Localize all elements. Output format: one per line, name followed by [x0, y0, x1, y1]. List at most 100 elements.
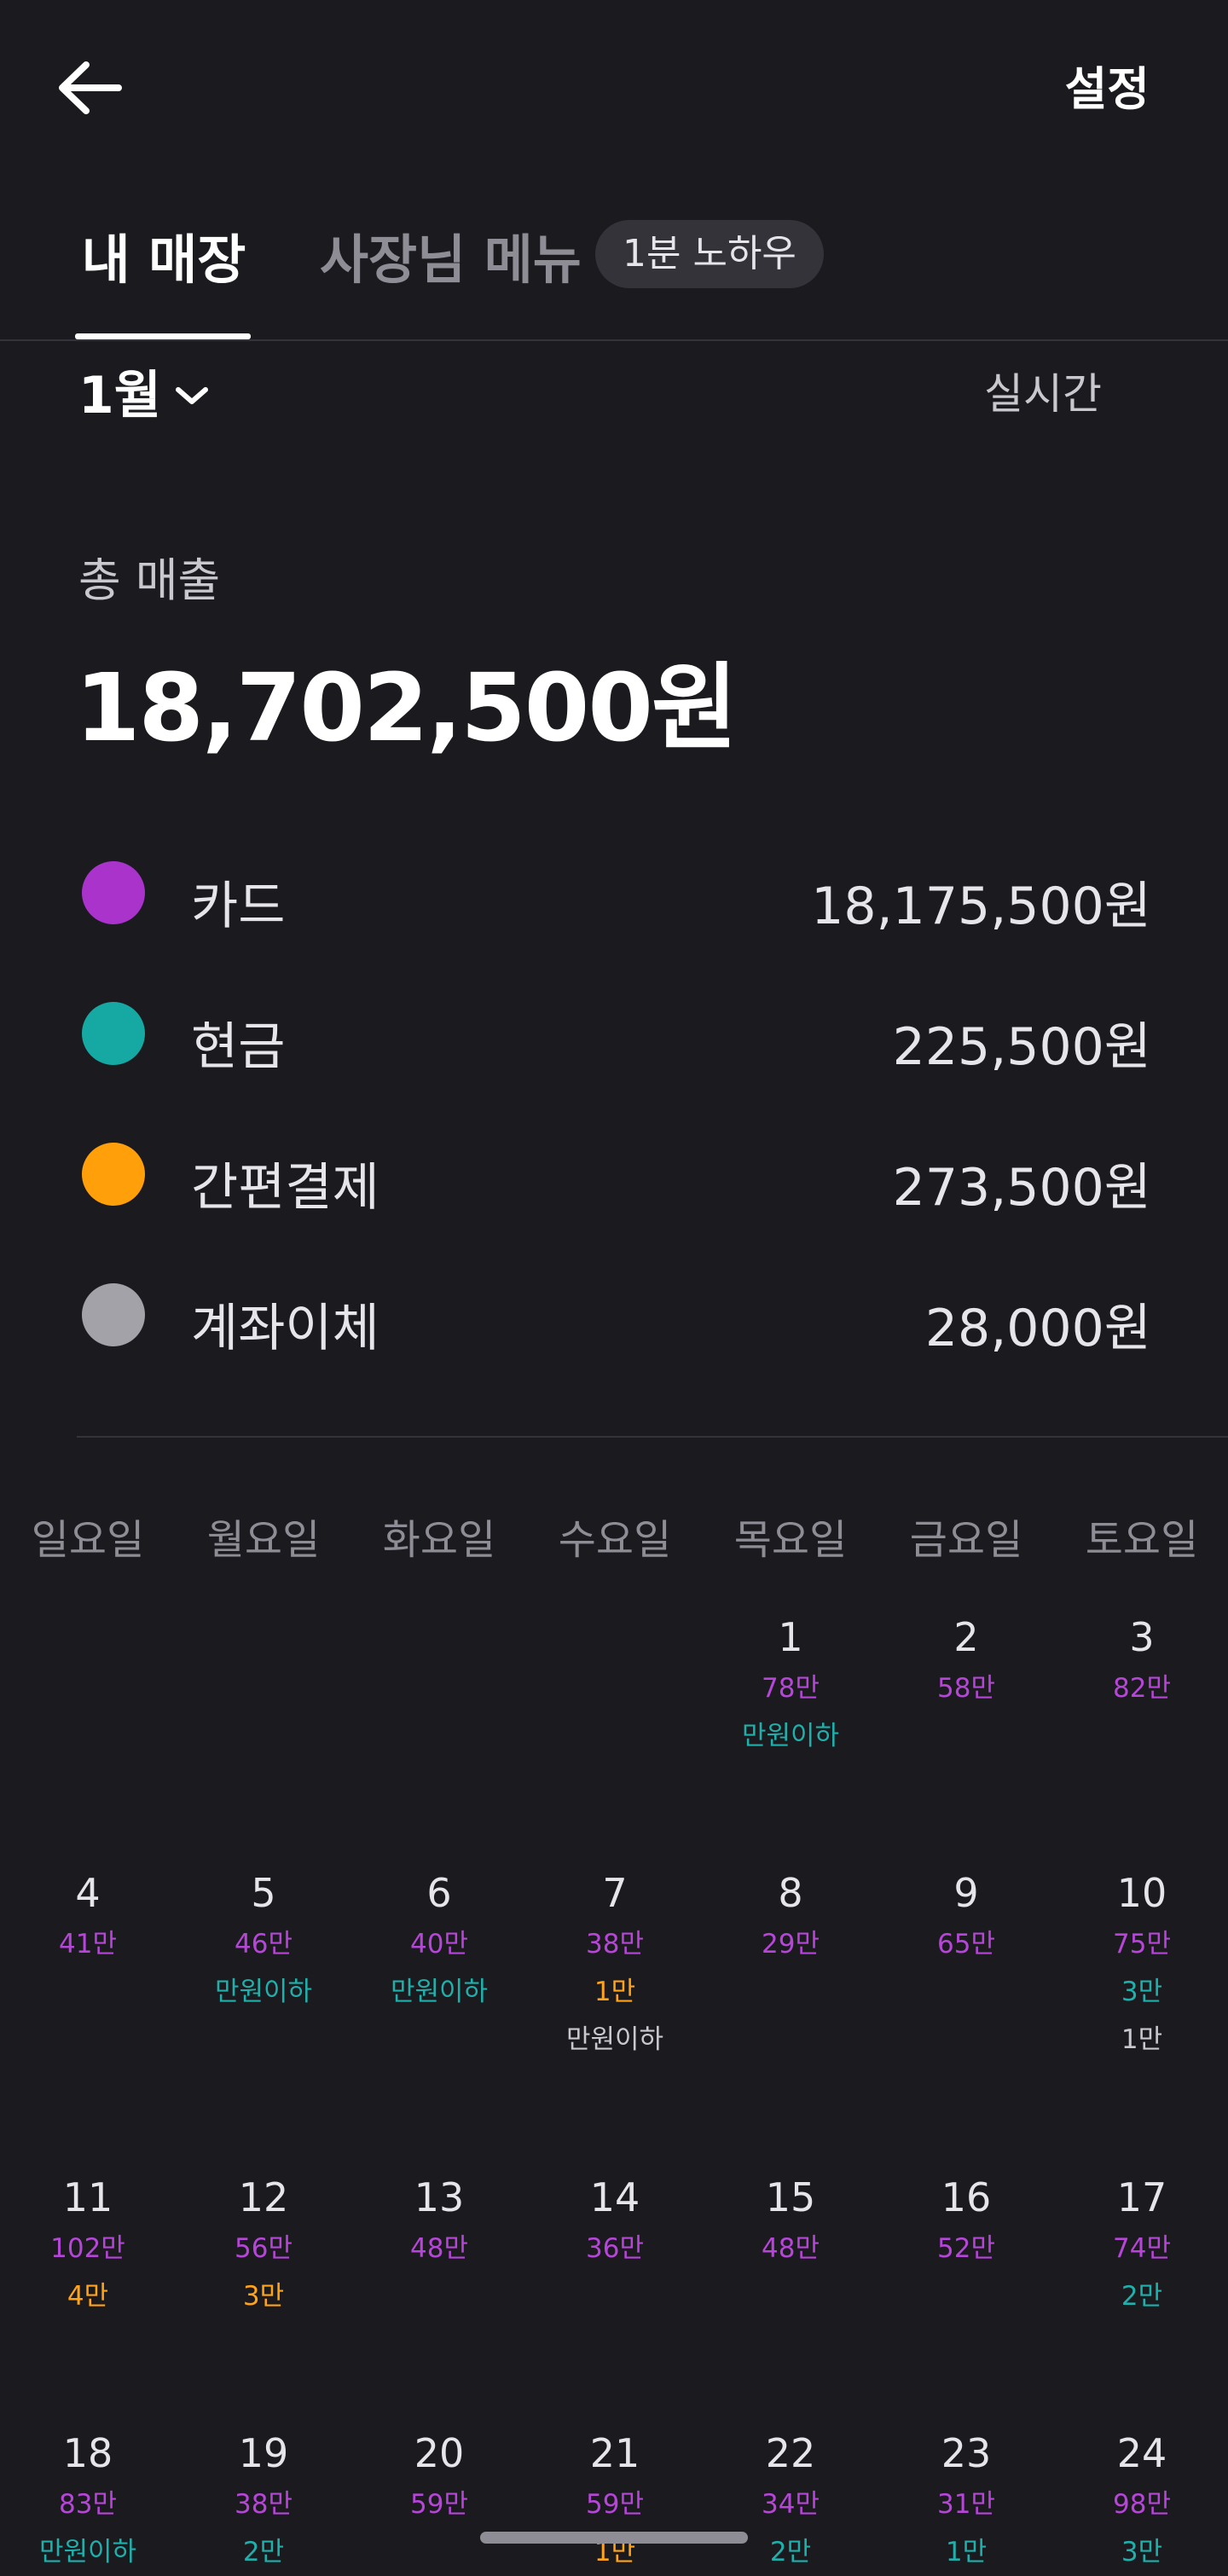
legend-dot-easy-pay [82, 1143, 145, 1206]
calendar-sales-card: 75만 [1113, 1929, 1171, 1959]
calendar-day-number: 1 [778, 1614, 803, 1660]
calendar-day-cell[interactable]: 3 82만 [1054, 1610, 1228, 1712]
calendar-sales-easy: 1만 [594, 1977, 636, 2007]
calendar-day-cell[interactable]: 14 36만 [527, 2170, 703, 2272]
calendar-day-number: 18 [62, 2430, 113, 2476]
weekday-wednesday: 수요일 [558, 1516, 672, 1564]
calendar-day-number: 24 [1116, 2430, 1167, 2476]
calendar-day-cell[interactable]: 4 41만 [0, 1866, 176, 1968]
calendar-day-cell[interactable]: 24 98만 3만 [1054, 2426, 1228, 2576]
calendar-day-cell[interactable]: 16 52만 [878, 2170, 1054, 2272]
calendar-day-cell[interactable]: 19 38만 2만 [176, 2426, 351, 2576]
calendar-day-number: 3 [1129, 1614, 1155, 1660]
calendar-sales-card: 29만 [762, 1929, 820, 1959]
arrow-left-icon [59, 61, 122, 114]
calendar-sales-card: 41만 [59, 1929, 117, 1959]
total-sales-value: 18,702,500원 [75, 653, 738, 762]
payment-name: 간편결제 [191, 1158, 379, 1218]
calendar-day-number: 12 [238, 2174, 289, 2220]
calendar-day-cell[interactable]: 9 65만 [878, 1866, 1054, 1968]
calendar-sales-card: 78만 [762, 1673, 820, 1704]
calendar-day-number: 20 [414, 2430, 465, 2476]
calendar-sales-card: 56만 [235, 2233, 293, 2264]
payment-row-cash: 현금 225,500원 [82, 981, 1151, 1084]
calendar-day-number: 22 [765, 2430, 816, 2476]
calendar-sales-card: 36만 [586, 2233, 644, 2264]
back-button[interactable] [51, 49, 128, 126]
calendar-day-cell[interactable]: 2 58만 [878, 1610, 1054, 1712]
calendar-sales-card: 82만 [1113, 1673, 1171, 1704]
calendar-day-cell[interactable]: 17 74만 2만 [1054, 2170, 1228, 2320]
calendar-day-cell[interactable]: 21 59만 1만 [527, 2426, 703, 2576]
calendar-day-cell[interactable]: 22 34만 2만 [703, 2426, 878, 2576]
calendar-sales-card: 59만 [410, 2489, 468, 2520]
chevron-down-icon [175, 386, 208, 404]
calendar-day-cell[interactable]: 5 46만 만원이하 [176, 1866, 351, 2016]
calendar-day-cell[interactable]: 23 31만 1만 [878, 2426, 1054, 2576]
calendar-sales-card: 58만 [937, 1673, 995, 1704]
month-label: 1월 [78, 366, 161, 425]
calendar-day-number: 4 [75, 1870, 101, 1916]
legend-dot-card [82, 861, 145, 924]
calendar-sales-cash: 만원이하 [214, 1977, 313, 2007]
calendar-sales-card: 59만 [586, 2489, 644, 2520]
calendar-day-number: 2 [953, 1614, 979, 1660]
calendar-day-cell[interactable]: 18 83만 만원이하 [0, 2426, 176, 2576]
payment-row-bank-transfer: 계좌이체 28,000원 [82, 1263, 1151, 1365]
calendar-day-number: 11 [62, 2174, 113, 2220]
calendar-sales-card: 38만 [586, 1929, 644, 1959]
calendar-sales-card: 102만 [50, 2233, 125, 2264]
calendar-day-number: 19 [238, 2430, 289, 2476]
calendar-sales-cash: 만원이하 [741, 1721, 840, 1751]
calendar-day-number: 6 [426, 1870, 452, 1916]
month-dropdown[interactable]: 1월 [78, 354, 211, 428]
calendar-sales-card: 48만 [410, 2233, 468, 2264]
calendar-day-number: 23 [941, 2430, 992, 2476]
calendar-day-cell[interactable]: 11 102만 4만 [0, 2170, 176, 2320]
realtime-button[interactable]: 실시간 [984, 360, 1102, 421]
settings-button[interactable]: 설정 [1065, 51, 1150, 119]
legend-dot-bank-transfer [82, 1283, 145, 1346]
calendar-day-cell[interactable]: 13 48만 [351, 2170, 527, 2272]
total-sales-label: 총 매출 [78, 553, 221, 607]
payment-amount: 18,175,500원 [811, 877, 1151, 936]
payment-row-easy-pay: 간편결제 273,500원 [82, 1122, 1151, 1224]
weekday-monday: 월요일 [206, 1516, 321, 1564]
calendar-sales-card: 38만 [235, 2489, 293, 2520]
payment-amount: 273,500원 [892, 1158, 1151, 1218]
calendar-sales-bank: 1만 [1121, 2024, 1163, 2055]
calendar-sales-card: 52만 [937, 2233, 995, 2264]
weekday-thursday: 목요일 [733, 1516, 848, 1564]
calendar-sales-easy: 3만 [242, 2281, 285, 2312]
payment-name: 카드 [191, 877, 286, 936]
calendar-day-number: 15 [765, 2174, 816, 2220]
calendar-sales-cash: 2만 [242, 2537, 285, 2567]
calendar-sales-cash: 만원이하 [390, 1977, 489, 2007]
calendar-day-cell[interactable]: 15 48만 [703, 2170, 878, 2272]
calendar-day-cell[interactable]: 8 29만 [703, 1866, 878, 1968]
calendar-day-cell[interactable]: 6 40만 만원이하 [351, 1866, 527, 2016]
weekday-saturday: 토요일 [1085, 1516, 1199, 1564]
calendar-day-number: 8 [778, 1870, 803, 1916]
calendar-day-cell[interactable]: 12 56만 3만 [176, 2170, 351, 2320]
knowhow-badge[interactable]: 1분 노하우 [595, 220, 824, 288]
tab-owner-menu[interactable]: 사장님 메뉴 [320, 217, 582, 293]
calendar-sales-cash: 3만 [1121, 2537, 1163, 2567]
home-indicator [480, 2532, 748, 2544]
calendar-sales-card: 74만 [1113, 2233, 1171, 2264]
tab-my-store[interactable]: 내 매장 [78, 217, 249, 293]
calendar-day-number: 13 [414, 2174, 465, 2220]
calendar-sales-bank: 만원이하 [565, 2024, 664, 2055]
calendar-day-cell[interactable]: 7 38만 1만만원이하 [527, 1866, 703, 2064]
calendar-day-cell[interactable]: 10 75만 3만 1만 [1054, 1866, 1228, 2064]
payment-amount: 225,500원 [892, 1017, 1151, 1077]
calendar-day-cell[interactable]: 20 59만 [351, 2426, 527, 2528]
calendar-day-number: 7 [602, 1870, 628, 1916]
top-bar: 설정 [0, 0, 1228, 171]
calendar-sales-card: 34만 [762, 2489, 820, 2520]
active-tab-indicator [75, 333, 251, 339]
calendar-day-cell[interactable]: 1 78만만원이하 [703, 1610, 878, 1760]
payment-name: 현금 [191, 1017, 286, 1077]
calendar-day-number: 14 [589, 2174, 640, 2220]
legend-dot-cash [82, 1002, 145, 1065]
